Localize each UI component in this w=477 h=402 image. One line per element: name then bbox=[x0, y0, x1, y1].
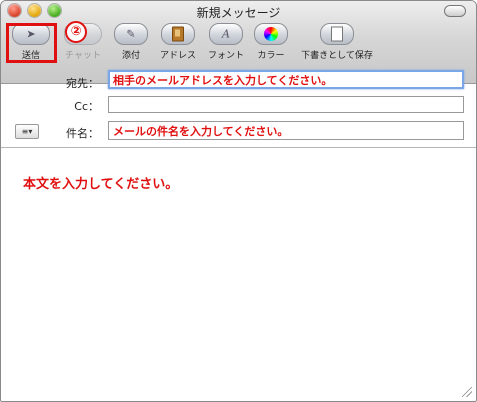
attach-button[interactable]: ✎ 添付 bbox=[111, 23, 151, 61]
subject-field[interactable]: メールの件名を入力してください。 bbox=[108, 121, 464, 140]
address-book-icon bbox=[172, 26, 184, 42]
color-label: カラー bbox=[257, 51, 285, 61]
compose-window: 新規メッセージ ➤ 送信 チャット ✎ 添付 アドレス A フォント カラー 下… bbox=[0, 0, 477, 402]
subject-label: 件名： bbox=[66, 127, 99, 140]
step-number-badge: ② bbox=[65, 21, 87, 43]
window-title: 新規メッセージ bbox=[196, 6, 281, 20]
color-button[interactable]: カラー bbox=[253, 23, 289, 61]
save-draft-icon bbox=[331, 26, 343, 42]
save-draft-button[interactable]: 下書きとして保存 bbox=[297, 23, 377, 61]
resize-grip-icon[interactable] bbox=[462, 387, 472, 397]
address-label: アドレス bbox=[159, 51, 196, 61]
chat-label: チャット bbox=[65, 51, 101, 61]
font-icon: A bbox=[209, 23, 243, 45]
color-button-bezel bbox=[254, 23, 288, 45]
save-draft-label: 下書きとして保存 bbox=[301, 51, 373, 61]
address-button[interactable]: アドレス bbox=[154, 23, 202, 61]
header-options-menu[interactable]: ≡▾ bbox=[15, 124, 39, 139]
send-highlight-box bbox=[6, 23, 57, 63]
header-separator bbox=[1, 147, 476, 148]
to-field[interactable]: 相手のメールアドレスを入力してください。 bbox=[108, 70, 464, 89]
cc-label: Cc： bbox=[74, 100, 99, 113]
cc-field[interactable] bbox=[108, 96, 464, 113]
font-button[interactable]: A フォント bbox=[205, 23, 247, 61]
color-wheel-icon bbox=[264, 27, 278, 41]
to-label: 宛先： bbox=[66, 77, 99, 90]
attach-label: 添付 bbox=[121, 51, 140, 61]
message-body[interactable]: 本文を入力してください。 bbox=[23, 173, 178, 192]
save-draft-button-bezel bbox=[320, 23, 354, 45]
font-label: フォント bbox=[207, 51, 244, 61]
address-button-bezel bbox=[161, 23, 195, 45]
toolbar-toggle-button[interactable] bbox=[444, 5, 466, 17]
paperclip-icon: ✎ bbox=[114, 23, 148, 45]
